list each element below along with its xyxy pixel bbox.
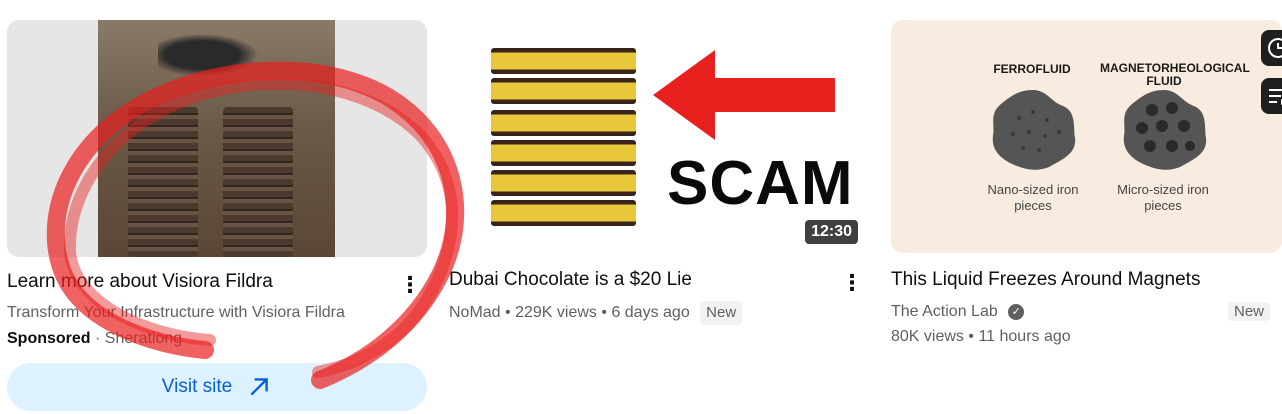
watch-later-icon[interactable]: [1261, 30, 1282, 66]
mr-fluid-heading: MAGNETORHEOLOGICAL FLUID: [1100, 61, 1250, 88]
channel-name[interactable]: The Action Lab: [891, 303, 998, 320]
video-thumbnail[interactable]: FERROFLUID MAGNETORHEOLOGICAL FLUID Nano…: [891, 20, 1282, 253]
visit-site-button[interactable]: Visit site: [7, 363, 427, 411]
ferrofluid-blob: [992, 90, 1076, 170]
ad-photo: [98, 20, 335, 257]
bullet: •: [968, 328, 974, 345]
ferrofluid-caption: Nano-sized iron pieces: [987, 182, 1079, 213]
video-thumbnail[interactable]: SCAM 12:30: [449, 20, 868, 257]
thumbnail-text: SCAM: [667, 149, 854, 218]
upload-age: 6 days ago: [611, 304, 690, 321]
book-stack-right: [223, 107, 293, 257]
channel-name[interactable]: NoMad: [449, 304, 501, 321]
new-badge: New: [700, 301, 743, 325]
more-options-icon[interactable]: ⋮: [841, 270, 863, 296]
ad-title[interactable]: Learn more about Visiora Fildra: [7, 270, 273, 294]
chocolate-bar: [491, 140, 636, 166]
verified-check-icon: ✓: [1008, 303, 1025, 320]
upload-age: 11 hours ago: [978, 328, 1071, 345]
sculpture-shape: [158, 30, 268, 80]
external-link-arrow-icon: [250, 378, 268, 396]
duration-badge: 12:30: [805, 220, 858, 244]
ferrofluid-heading: FERROFLUID: [993, 62, 1071, 76]
visit-site-label: Visit site: [161, 376, 233, 397]
mr-fluid-caption: Micro-sized iron pieces: [1117, 182, 1209, 213]
ad-card[interactable]: Learn more about Visiora Fildra ⋮ Transf…: [0, 0, 440, 414]
chocolate-bar: [491, 200, 636, 226]
video-meta: NoMad • 229K views • 6 days ago New: [449, 301, 743, 325]
channel-row: The Action Lab ✓: [891, 301, 1025, 323]
sponsored-label: Sponsored: [7, 330, 91, 347]
red-arrow-icon: [653, 50, 835, 140]
video-meta: 80K views • 11 hours ago: [891, 326, 1071, 348]
ad-byline: Sponsored · Sherationg: [7, 328, 182, 350]
separator: ·: [95, 330, 101, 347]
book-stack-left: [128, 107, 198, 257]
ad-description: Transform Your Infrastructure with Visio…: [7, 304, 345, 321]
bullet: •: [505, 304, 511, 321]
advertiser-name: Sherationg: [104, 330, 183, 347]
chocolate-bar: [491, 78, 636, 104]
mr-fluid-blob: [1123, 90, 1207, 170]
add-to-queue-icon[interactable]: [1261, 78, 1282, 114]
bullet: •: [601, 304, 607, 321]
video-title[interactable]: Dubai Chocolate is a $20 Lie: [449, 268, 692, 292]
view-count: 80K views: [891, 328, 964, 345]
chocolate-bar: [491, 170, 636, 196]
chocolate-bar: [491, 110, 636, 136]
chocolate-bar: [491, 48, 636, 74]
ad-thumbnail[interactable]: [7, 20, 427, 257]
new-badge: New: [1228, 302, 1271, 321]
view-count: 229K views: [515, 304, 597, 321]
more-options-icon[interactable]: ⋮: [399, 272, 421, 298]
video-title[interactable]: This Liquid Freezes Around Magnets: [891, 268, 1200, 292]
